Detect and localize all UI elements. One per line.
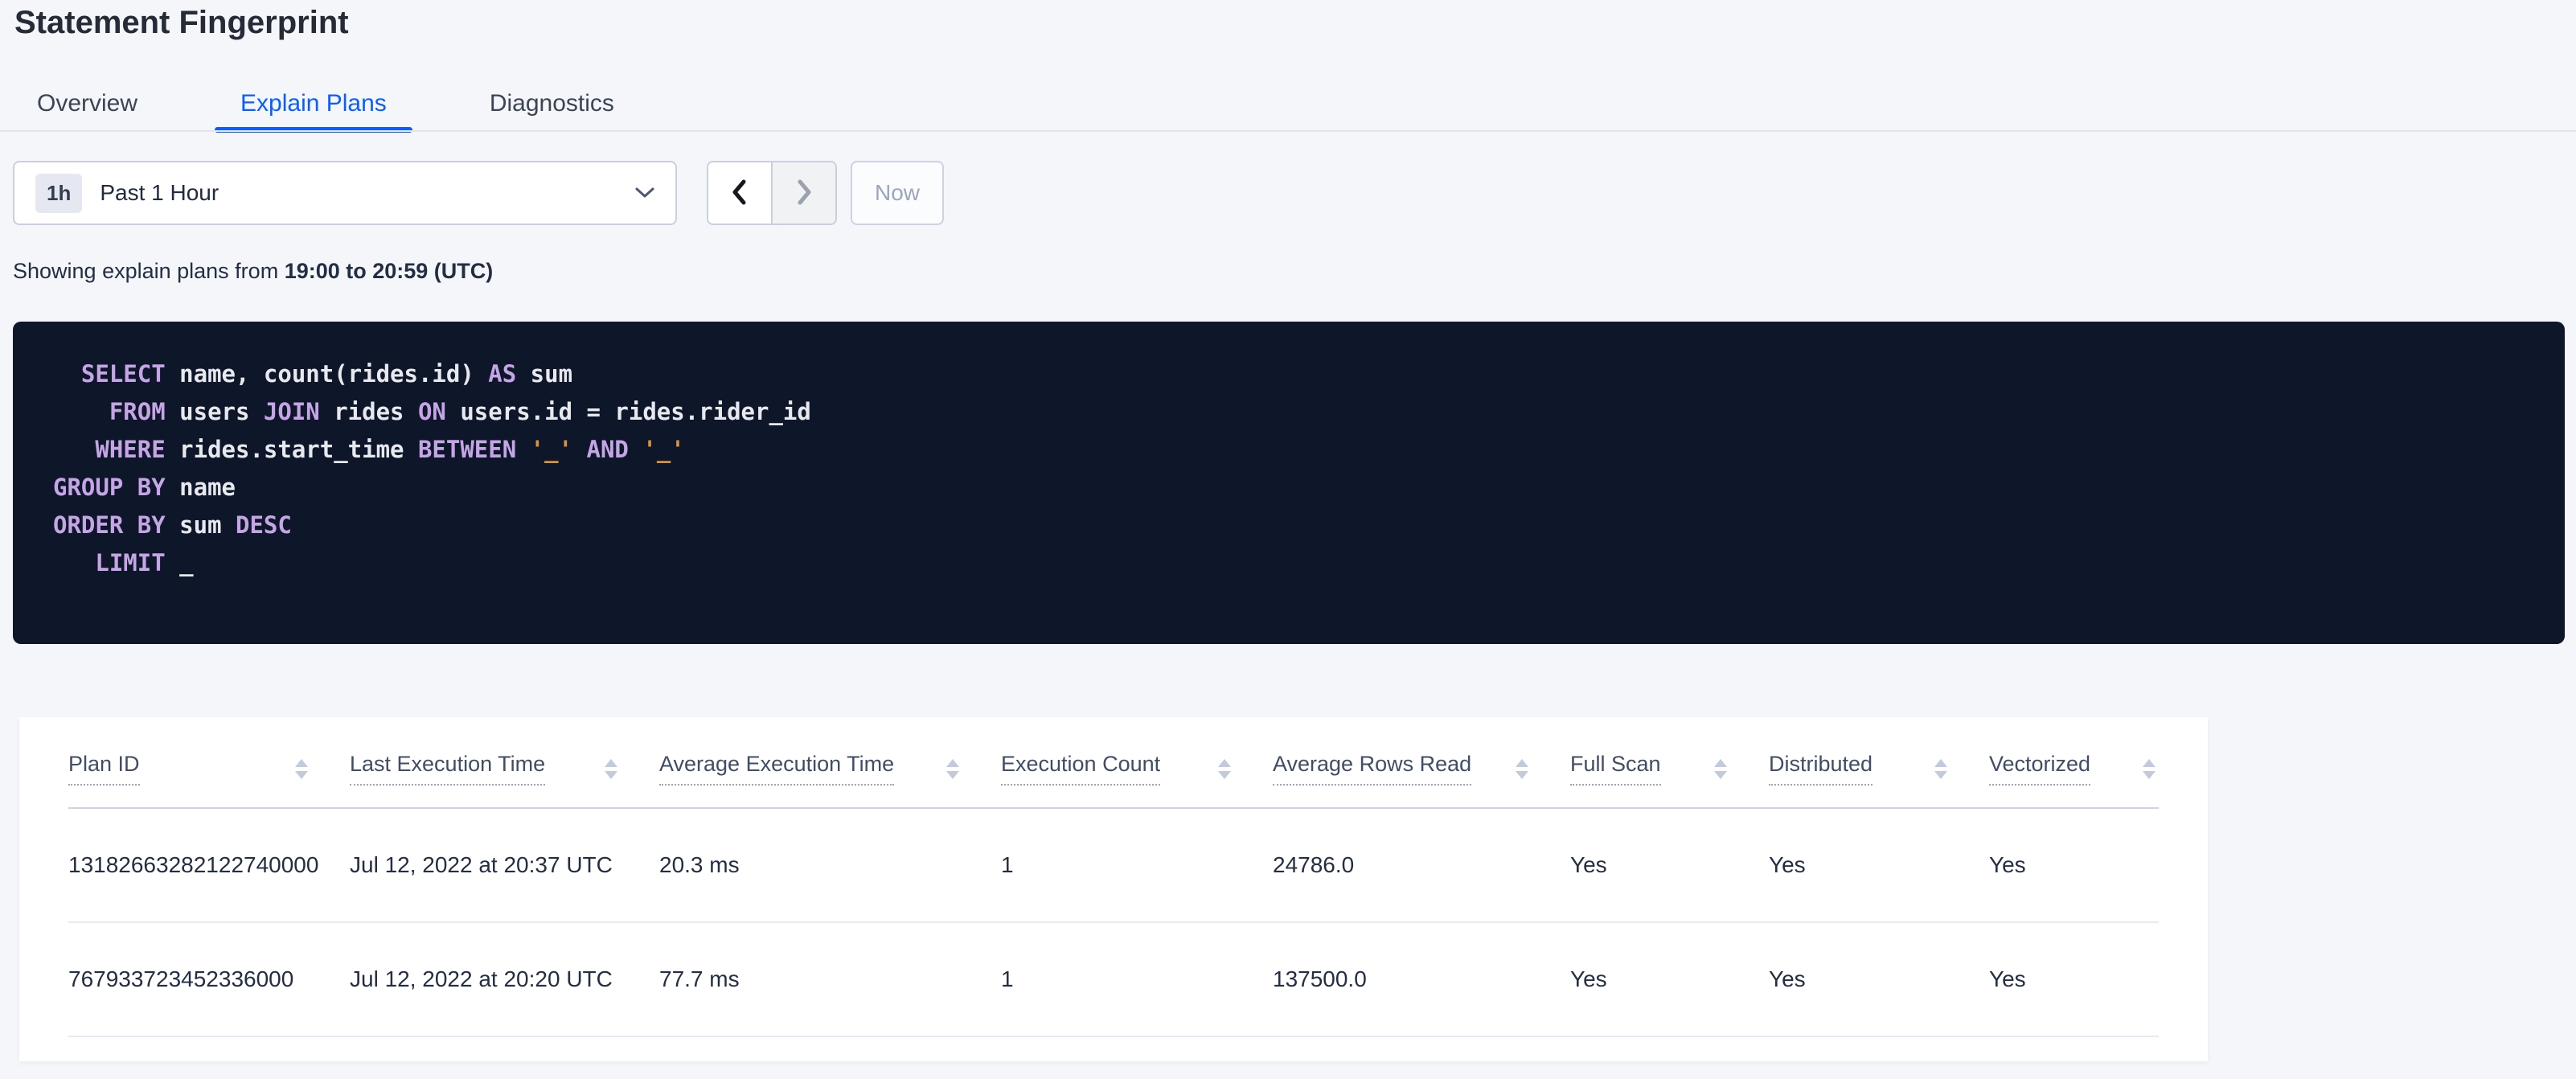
tab-bar-divider (0, 130, 2576, 132)
sql-token: rides.start_time (165, 436, 418, 463)
sql-token: WHERE (53, 436, 166, 463)
chevron-right-icon (794, 178, 814, 209)
cell-last-execution-time: Jul 12, 2022 at 20:37 UTC (350, 852, 613, 877)
sort-icon[interactable] (605, 758, 617, 779)
now-button[interactable]: Now (851, 161, 944, 225)
column-header-label[interactable]: Plan ID (68, 752, 140, 786)
cell-average-rows-read: 24786.0 (1273, 852, 1355, 877)
column-header-label[interactable]: Execution Count (1001, 752, 1161, 786)
sql-token: GROUP BY (53, 474, 166, 501)
sort-icon[interactable] (1218, 758, 1231, 779)
sql-token: AND (586, 436, 629, 463)
sql-token: name, count(rides.id) (165, 360, 489, 388)
sql-token: DESC (236, 511, 292, 539)
cell-distributed: Yes (1769, 852, 1806, 877)
sql-token: '_' (530, 436, 573, 463)
table-body: 13182663282122740000 Jul 12, 2022 at 20:3… (68, 809, 2159, 1037)
page-title: Statement Fingerprint (14, 5, 349, 40)
sql-token: name (165, 474, 236, 501)
tab-explain-plans[interactable]: Explain Plans (215, 77, 412, 133)
sql-token: SELECT (53, 360, 166, 388)
sql-token: AS (488, 360, 517, 388)
time-controls: 1h Past 1 Hour Now (13, 161, 944, 225)
sql-token: FROM (53, 398, 166, 425)
cell-vectorized: Yes (1989, 852, 2026, 877)
column-header-label[interactable]: Vectorized (1989, 752, 2091, 786)
cell-average-execution-time: 77.7 ms (659, 966, 740, 991)
column-header-vectorized[interactable]: Vectorized (1989, 752, 2159, 786)
cell-distributed: Yes (1769, 966, 1806, 991)
sql-token: JOIN (263, 398, 320, 425)
column-header-last-execution-time[interactable]: Last Execution Time (350, 752, 659, 786)
column-header-label[interactable]: Full Scan (1570, 752, 1661, 786)
table-header-row: Plan ID Last Execution Time Average Execut… (68, 717, 2159, 809)
showing-range-bold: 19:00 to 20:59 (UTC) (284, 259, 494, 283)
sql-token: rides (319, 398, 418, 425)
sql-token: _ (165, 549, 194, 576)
tab-bar: Overview Explain Plans Diagnostics (11, 77, 640, 133)
column-header-distributed[interactable]: Distributed (1769, 752, 1989, 786)
cell-full-scan: Yes (1570, 852, 1607, 877)
cell-average-execution-time: 20.3 ms (659, 852, 740, 877)
chevron-left-icon (729, 178, 750, 209)
sort-icon[interactable] (1934, 758, 1947, 779)
statement-fingerprint-page: Statement Fingerprint Overview Explain Pl… (0, 0, 2576, 1079)
cell-vectorized: Yes (1989, 966, 2026, 991)
column-header-label[interactable]: Last Execution Time (350, 752, 546, 786)
sql-statement-box: SELECT name, count(rides.id) AS sum FROM… (13, 322, 2565, 644)
plans-table-card: Plan ID Last Execution Time Average Execut… (19, 717, 2208, 1061)
chevron-down-icon (635, 187, 654, 199)
column-header-label[interactable]: Average Execution Time (659, 752, 895, 786)
sql-token: BETWEEN (417, 436, 517, 463)
tab-overview[interactable]: Overview (11, 77, 163, 130)
tab-diagnostics[interactable]: Diagnostics (464, 77, 640, 130)
cell-execution-count: 1 (1001, 966, 1014, 991)
cell-full-scan: Yes (1570, 966, 1607, 991)
sort-icon[interactable] (1714, 758, 1727, 779)
next-time-button[interactable] (771, 162, 835, 224)
prev-time-button[interactable] (708, 162, 771, 224)
cell-execution-count: 1 (1001, 852, 1014, 877)
sql-token: ON (417, 398, 446, 425)
cell-average-rows-read: 137500.0 (1273, 966, 1367, 991)
sql-token: sum (165, 511, 236, 539)
sort-icon[interactable] (1516, 758, 1528, 779)
cell-plan-id: 13182663282122740000 (68, 852, 319, 877)
time-range-badge: 1h (35, 173, 83, 213)
cell-plan-id: 767933723452336000 (68, 966, 294, 991)
showing-range-prefix: Showing explain plans from (13, 259, 285, 283)
time-range-select[interactable]: 1h Past 1 Hour (13, 161, 677, 225)
column-header-average-rows-read[interactable]: Average Rows Read (1273, 752, 1570, 786)
sql-token: users.id = rides.rider_id (445, 398, 811, 425)
time-range-label: Past 1 Hour (100, 180, 219, 205)
sql-token: '_' (642, 436, 685, 463)
column-header-label[interactable]: Average Rows Read (1273, 752, 1472, 786)
column-header-execution-count[interactable]: Execution Count (1001, 752, 1273, 786)
column-header-average-execution-time[interactable]: Average Execution Time (659, 752, 1001, 786)
column-header-full-scan[interactable]: Full Scan (1570, 752, 1769, 786)
table-row: 767933723452336000 Jul 12, 2022 at 20:20 … (68, 923, 2159, 1037)
sql-token: sum (516, 360, 573, 388)
sql-token: ORDER BY (53, 511, 166, 539)
showing-range-text: Showing explain plans from 19:00 to 20:5… (13, 257, 493, 285)
sql-token: LIMIT (53, 549, 166, 576)
column-header-label[interactable]: Distributed (1769, 752, 1873, 786)
column-header-plan-id[interactable]: Plan ID (68, 752, 350, 786)
time-nav-group (707, 161, 837, 225)
sort-icon[interactable] (946, 758, 959, 779)
sql-token: users (165, 398, 264, 425)
sort-icon[interactable] (295, 758, 308, 779)
cell-last-execution-time: Jul 12, 2022 at 20:20 UTC (350, 966, 613, 991)
sort-icon[interactable] (2143, 758, 2156, 779)
table-row: 13182663282122740000 Jul 12, 2022 at 20:3… (68, 809, 2159, 923)
